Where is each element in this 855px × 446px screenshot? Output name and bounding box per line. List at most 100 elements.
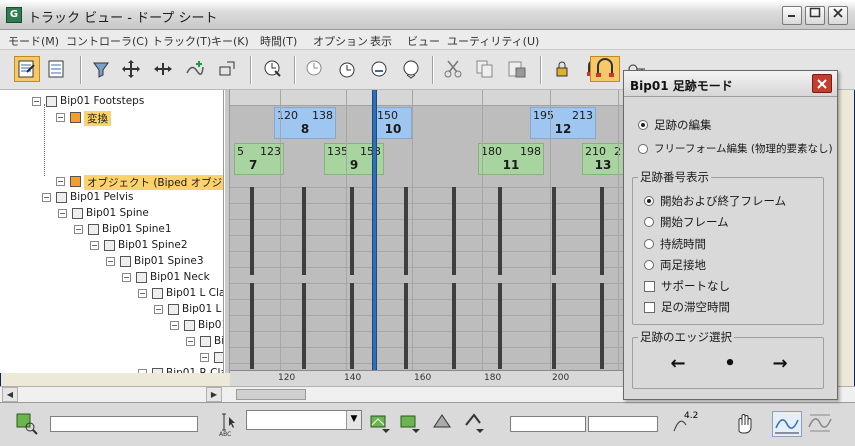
menu-display[interactable]: 表示 bbox=[370, 33, 392, 49]
tree-expander-icon[interactable]: − bbox=[106, 257, 115, 266]
key-time-field[interactable] bbox=[510, 416, 586, 432]
dialog-title-bar[interactable]: Bip01 足跡モード bbox=[624, 71, 837, 97]
radio-freeform-edit[interactable]: フリーフォーム編集 (物理的要素なし) bbox=[638, 141, 833, 156]
menu-options[interactable]: オプション bbox=[313, 33, 368, 49]
footstep-green-11[interactable]: 180 198 11 bbox=[478, 143, 544, 175]
checkbox[interactable] bbox=[644, 301, 655, 313]
checkbox[interactable] bbox=[644, 280, 655, 292]
maximize-button[interactable] bbox=[805, 6, 825, 25]
selection-dropdown[interactable]: ▼ bbox=[246, 410, 362, 430]
key-tangent-button-2[interactable] bbox=[398, 411, 424, 437]
footstep-green-7[interactable]: 5 123 7 bbox=[234, 143, 284, 175]
key-tangent-button-3[interactable] bbox=[430, 411, 456, 437]
tree-item[interactable]: −Bi bbox=[0, 350, 223, 366]
menu-view[interactable]: ビュー bbox=[407, 33, 440, 49]
tree-item[interactable]: − Bip01 Neck bbox=[0, 270, 223, 286]
title-bar[interactable]: G トラック ビュー - ドープ シート bbox=[0, 0, 855, 30]
tree-expander-icon[interactable]: − bbox=[170, 321, 179, 330]
edit-ranges-button[interactable] bbox=[44, 56, 70, 82]
tree-expander-icon[interactable]: − bbox=[58, 209, 67, 218]
menu-controller[interactable]: コントローラ(C) bbox=[66, 33, 148, 49]
lock-selection-button[interactable] bbox=[550, 56, 576, 82]
animation-key[interactable] bbox=[302, 283, 306, 369]
animation-key[interactable] bbox=[350, 283, 354, 369]
tree-expander-icon[interactable]: − bbox=[200, 353, 209, 362]
animation-key[interactable] bbox=[452, 283, 456, 369]
radio-edit-footsteps[interactable]: 足跡の編集 bbox=[638, 117, 712, 133]
copy-button[interactable] bbox=[472, 56, 498, 82]
dope-sheet-track-area[interactable]: 120 138 8 150 10 195 213 12 5 123 7 135 153 … bbox=[230, 90, 624, 373]
menu-utilities[interactable]: ユーティリティ(U) bbox=[447, 33, 539, 49]
animation-key[interactable] bbox=[350, 187, 354, 275]
select-right-edge-button[interactable]: → bbox=[760, 353, 800, 377]
name-field[interactable] bbox=[50, 416, 198, 432]
close-button[interactable] bbox=[828, 6, 848, 25]
tree-item[interactable]: − Bip01 Spine3 bbox=[0, 254, 223, 270]
footstep-blue-12[interactable]: 195 213 12 bbox=[530, 107, 596, 139]
filter-button[interactable] bbox=[88, 56, 114, 82]
zoom-selected-button[interactable] bbox=[14, 411, 40, 437]
tree-item[interactable]: − Bip01 Spine bbox=[0, 206, 223, 222]
animation-key[interactable] bbox=[600, 283, 604, 369]
add-keys-button[interactable] bbox=[182, 56, 208, 82]
animation-key[interactable] bbox=[498, 187, 502, 275]
scroll-thumb[interactable] bbox=[236, 389, 306, 400]
pan-button[interactable] bbox=[732, 411, 758, 437]
radio-button[interactable] bbox=[638, 143, 648, 154]
radio-start-frame[interactable]: 開始フレーム bbox=[644, 214, 729, 230]
radio-button[interactable] bbox=[644, 239, 654, 249]
tree-expander-icon[interactable]: − bbox=[138, 289, 147, 298]
tree-item[interactable]: − Bip01 L Clavicle bbox=[0, 286, 223, 302]
minimize-button[interactable] bbox=[782, 6, 802, 25]
footstep-blue-10[interactable]: 150 10 bbox=[374, 107, 412, 139]
animation-key[interactable] bbox=[302, 187, 306, 275]
menu-track[interactable]: トラック(T) bbox=[152, 33, 211, 49]
tree-item[interactable]: − Bip01 Pelvis bbox=[0, 190, 223, 206]
select-both-edges-button[interactable]: • bbox=[710, 353, 750, 377]
radio-button[interactable] bbox=[644, 196, 654, 206]
tree-item[interactable]: − Bip01 Spine2 bbox=[0, 238, 223, 254]
tree-item[interactable]: − オブジェクト (Biped オブジェクト) bbox=[0, 174, 223, 190]
key-tangent-button-4[interactable] bbox=[462, 411, 488, 437]
key-value-field[interactable] bbox=[588, 416, 658, 432]
menu-key[interactable]: キー(K) bbox=[211, 33, 249, 49]
animation-key[interactable] bbox=[404, 283, 408, 369]
animation-key[interactable] bbox=[250, 283, 254, 369]
animation-key[interactable] bbox=[600, 187, 604, 275]
tree-expander-icon[interactable]: − bbox=[56, 177, 65, 186]
radio-button[interactable] bbox=[644, 217, 654, 227]
tree-expander-icon[interactable]: − bbox=[42, 193, 51, 202]
tree-expander-icon[interactable]: − bbox=[32, 97, 41, 106]
footstep-blue-8[interactable]: 120 138 8 bbox=[274, 107, 336, 139]
cut-button[interactable] bbox=[440, 56, 466, 82]
tree-item[interactable]: − 変換 bbox=[0, 110, 223, 126]
abc-select-button[interactable]: ABC bbox=[216, 411, 240, 438]
scroll-right-button[interactable]: ▶ bbox=[206, 387, 222, 402]
tree-expander-icon[interactable]: − bbox=[154, 305, 163, 314]
tree-item[interactable]: − Bip bbox=[0, 334, 223, 350]
tree-expander-icon[interactable]: − bbox=[122, 273, 131, 282]
animation-key[interactable] bbox=[552, 283, 556, 369]
animation-key[interactable] bbox=[250, 187, 254, 275]
key-tangent-button-1[interactable] bbox=[368, 411, 394, 437]
scale-keys-button[interactable] bbox=[214, 56, 240, 82]
scroll-left-button[interactable]: ◀ bbox=[2, 387, 18, 402]
scale-time-button[interactable] bbox=[366, 56, 392, 82]
tree-expander-icon[interactable]: − bbox=[138, 369, 147, 373]
delete-time-button[interactable] bbox=[302, 56, 328, 82]
zoom-value-extents-button[interactable] bbox=[806, 411, 836, 437]
reverse-time-button[interactable] bbox=[398, 56, 424, 82]
radio-double-support[interactable]: 両足接地 bbox=[644, 257, 706, 273]
tree-expander-icon[interactable]: − bbox=[56, 113, 65, 122]
radio-button[interactable] bbox=[644, 260, 654, 270]
tree-expander-icon[interactable]: − bbox=[74, 225, 83, 234]
animation-key[interactable] bbox=[452, 187, 456, 275]
tree-item[interactable]: − Bip01 R Clavicle bbox=[0, 366, 223, 373]
zoom-horizontal-extents-button[interactable] bbox=[772, 411, 802, 437]
menu-mode[interactable]: モード(M) bbox=[8, 33, 59, 49]
move-keys-button[interactable] bbox=[118, 56, 144, 82]
time-ruler[interactable]: 120 140 160 180 200 bbox=[230, 370, 624, 386]
tree-item[interactable]: − Bip01 L UpperArm bbox=[0, 302, 223, 318]
spinner-control[interactable]: 4.2 bbox=[672, 411, 700, 437]
animation-key[interactable] bbox=[498, 283, 502, 369]
